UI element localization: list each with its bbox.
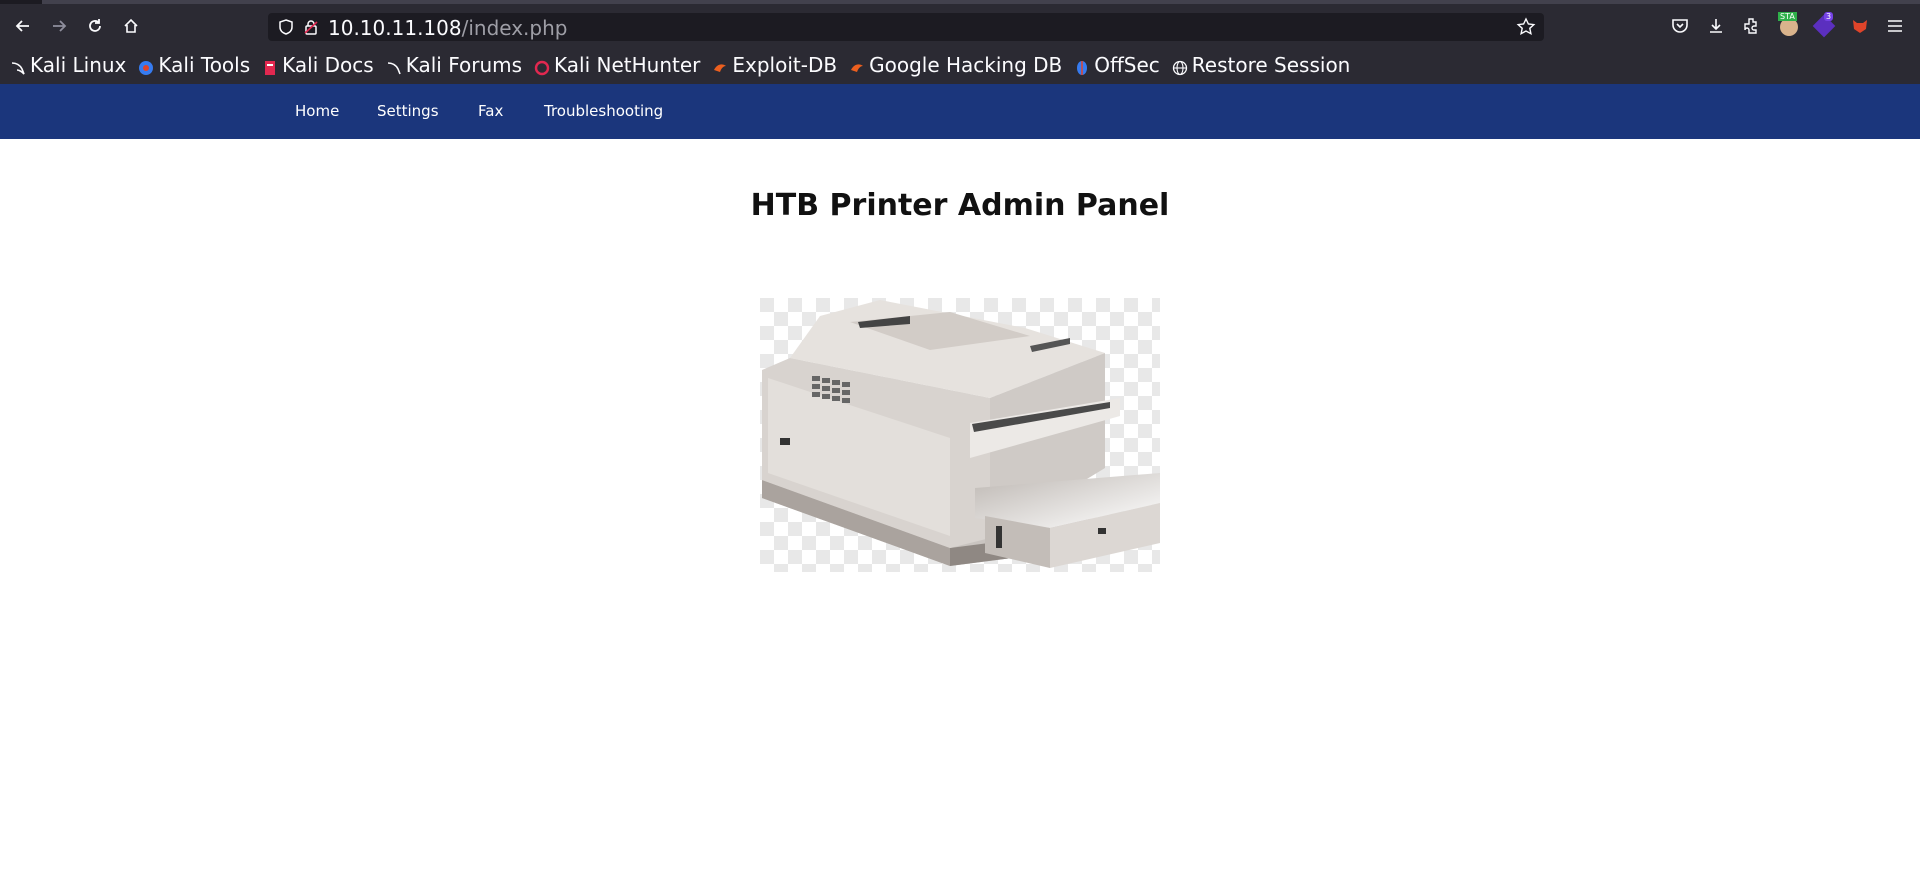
extension-label: STA — [1778, 12, 1797, 21]
offsec-icon — [1074, 57, 1090, 75]
shield-icon[interactable] — [277, 18, 295, 36]
extension-badge: 3 — [1824, 12, 1834, 21]
page-title: HTB Printer Admin Panel — [750, 188, 1170, 223]
browser-chrome: 10.10.11.108/index.php STA 3 Kali Linux … — [0, 0, 1920, 84]
kali-dragon-icon — [10, 57, 26, 75]
bookmark-exploit-db[interactable]: Exploit-DB — [712, 53, 837, 77]
kali-forums-icon — [386, 57, 402, 75]
url-text[interactable]: 10.10.11.108/index.php — [328, 16, 567, 40]
web-page: Home Settings Fax Troubleshooting HTB Pr… — [0, 84, 1920, 882]
reload-icon[interactable] — [84, 15, 106, 37]
url-host: 10.10.11.108 — [328, 16, 462, 40]
bookmark-google-hacking-db[interactable]: Google Hacking DB — [849, 53, 1062, 77]
bookmark-label: Kali Docs — [282, 53, 374, 77]
bookmark-kali-linux[interactable]: Kali Linux — [10, 53, 126, 77]
nav-home[interactable]: Home — [295, 102, 339, 120]
bookmark-label: Kali Forums — [405, 53, 523, 77]
bookmark-star-icon[interactable] — [1516, 17, 1536, 37]
site-navbar: Home Settings Fax Troubleshooting — [0, 84, 1920, 139]
bookmark-label: Kali NetHunter — [554, 53, 701, 77]
bookmark-label: OffSec — [1094, 53, 1160, 77]
nav-settings[interactable]: Settings — [377, 102, 439, 120]
home-icon[interactable] — [120, 15, 142, 37]
ghdb-icon — [849, 57, 865, 73]
bookmark-label: Restore Session — [1191, 53, 1351, 77]
bookmark-offsec[interactable]: OffSec — [1074, 53, 1160, 77]
kali-tools-icon — [138, 57, 154, 75]
nav-fax[interactable]: Fax — [478, 102, 503, 120]
bookmark-restore-session[interactable]: Restore Session — [1172, 53, 1351, 77]
menu-icon[interactable] — [1885, 16, 1905, 36]
bookmarks-toolbar: Kali Linux Kali Tools Kali Docs Kali For… — [0, 46, 1920, 84]
bookmark-label: Kali Tools — [158, 53, 251, 77]
bookmark-kali-forums[interactable]: Kali Forums — [386, 53, 522, 77]
bookmark-kali-tools[interactable]: Kali Tools — [138, 53, 250, 77]
exploit-db-icon — [712, 57, 728, 73]
bookmark-label: Exploit-DB — [732, 53, 838, 77]
extension-fox-icon[interactable] — [1850, 16, 1870, 36]
bookmark-label: Google Hacking DB — [869, 53, 1063, 77]
url-bar[interactable]: 10.10.11.108/index.php — [268, 13, 1544, 41]
extensions-icon[interactable] — [1742, 16, 1762, 36]
globe-icon — [1172, 57, 1188, 76]
lock-icon[interactable] — [302, 18, 320, 36]
bookmark-label: Kali Linux — [30, 53, 127, 77]
back-icon[interactable] — [12, 15, 34, 37]
pocket-icon[interactable] — [1670, 16, 1690, 36]
bookmark-kali-nethunter[interactable]: Kali NetHunter — [534, 53, 700, 77]
downloads-icon[interactable] — [1706, 16, 1726, 36]
nav-troubleshooting[interactable]: Troubleshooting — [544, 102, 663, 120]
url-path: /index.php — [461, 16, 568, 40]
bookmark-kali-docs[interactable]: Kali Docs — [262, 53, 374, 77]
nethunter-icon — [534, 57, 550, 76]
extension-sta-icon[interactable]: STA — [1778, 12, 1800, 36]
extension-badge-icon[interactable]: 3 — [1812, 12, 1836, 38]
browser-toolbar: 10.10.11.108/index.php STA 3 — [0, 4, 1920, 46]
forward-icon[interactable] — [48, 15, 70, 37]
kali-docs-icon — [262, 57, 278, 75]
printer-image — [760, 298, 1160, 572]
